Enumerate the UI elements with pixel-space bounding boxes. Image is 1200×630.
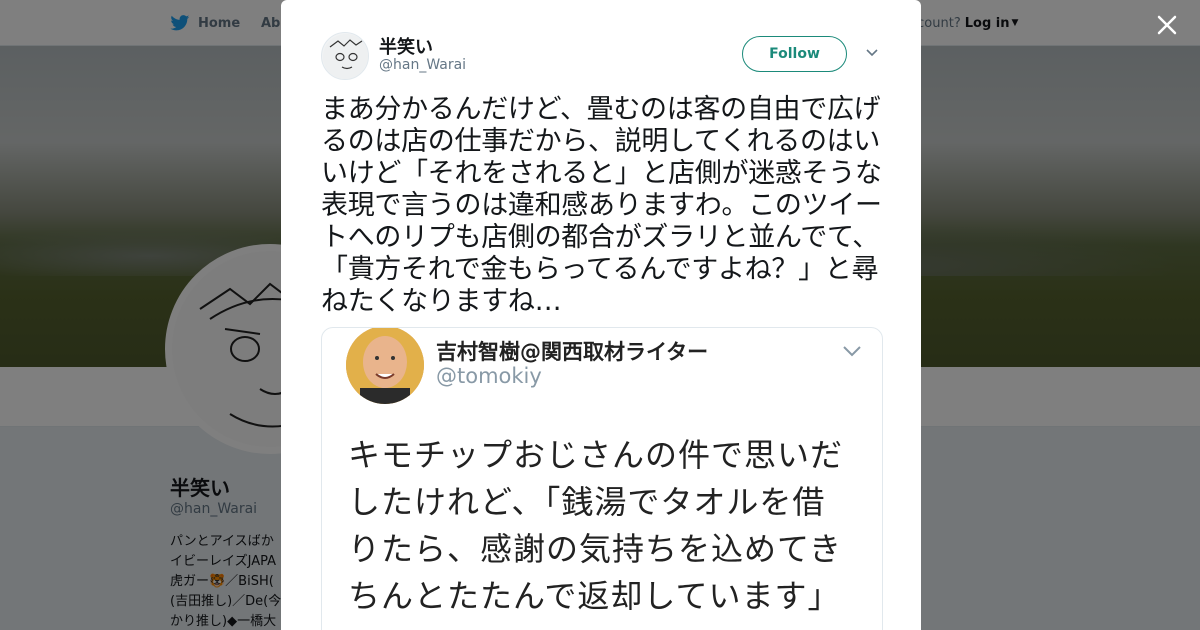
tweet-text: まあ分かるんだけど、畳むのは客の自由で広げるのは店の仕事だから、説明してくれるの… (321, 94, 882, 317)
follow-button[interactable]: Follow (742, 36, 847, 72)
author-avatar[interactable] (321, 32, 369, 80)
person-photo (346, 328, 424, 404)
author-name[interactable]: 半笑い (379, 33, 433, 59)
chevron-down-icon[interactable] (865, 46, 879, 60)
embedded-avatar (346, 328, 424, 404)
embedded-handle: @tomokiy (436, 364, 542, 388)
sketch-face-illustration (323, 34, 368, 79)
embedded-name: 吉村智樹@関西取材ライター (436, 340, 709, 364)
embedded-tweet-text: キモチップおじさんの件で思いだしたけれど、「銭湯でタオルを借りたら、感謝の気持ち… (348, 436, 844, 615)
close-icon[interactable] (1152, 10, 1182, 40)
tweet-modal: 半笑い @han_Warai Follow まあ分かるんだけど、畳むのは客の自由… (281, 0, 921, 630)
chevron-down-icon (843, 346, 861, 357)
author-handle[interactable]: @han_Warai (379, 57, 466, 73)
tweet-media-screenshot[interactable]: 吉村智樹@関西取材ライター @tomokiy キモチップおじさんの件で思いだした… (321, 327, 883, 630)
